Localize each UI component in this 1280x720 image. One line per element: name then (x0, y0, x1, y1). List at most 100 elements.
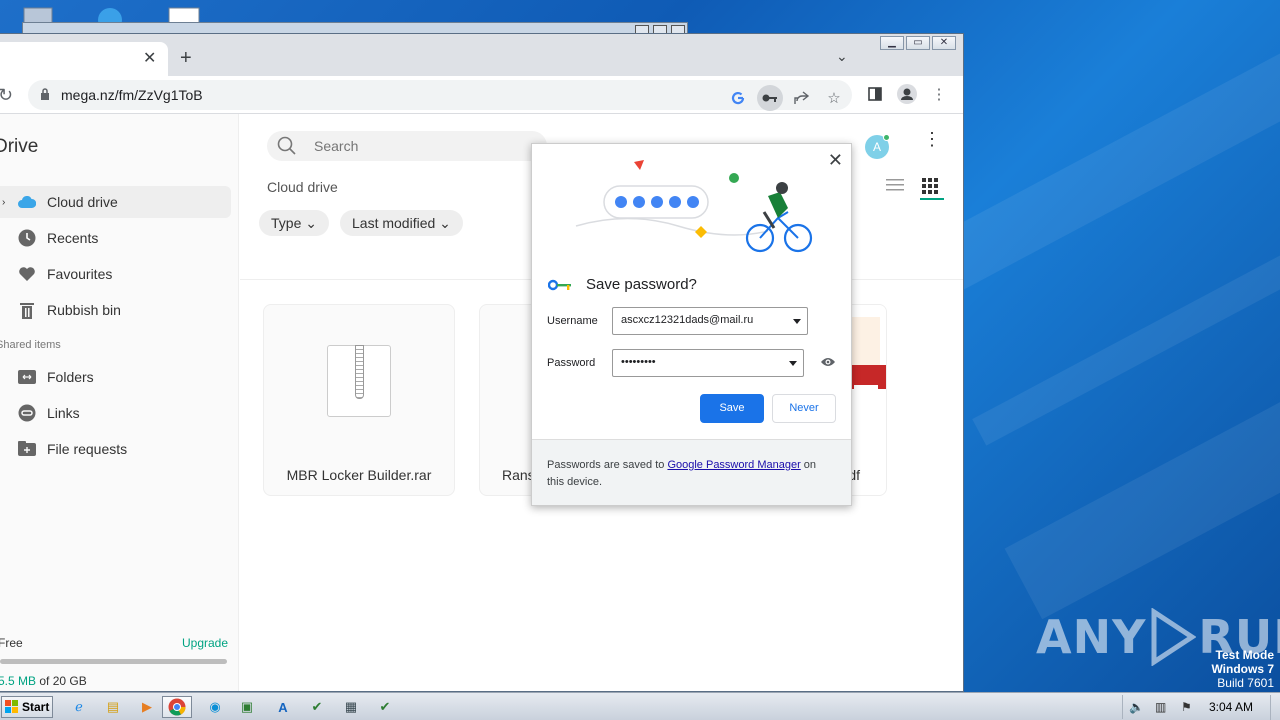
sidebar-item-rubbish-bin[interactable]: Rubbish bin (0, 294, 231, 326)
maximize-button[interactable]: ▭ (906, 36, 930, 50)
clock[interactable]: 3:04 AM (1209, 700, 1253, 714)
more-options-icon[interactable]: ⋮ (923, 130, 941, 148)
font-viewer-taskbar-icon[interactable]: A (268, 696, 298, 718)
username-label: Username (547, 315, 598, 327)
never-button[interactable]: Never (772, 394, 836, 423)
terminal-taskbar-icon[interactable]: ▣ (232, 696, 262, 718)
password-label: Password (547, 357, 596, 369)
active-view-indicator (920, 198, 944, 200)
upgrade-link[interactable]: Upgrade (182, 636, 228, 650)
sidebar-item-file-requests[interactable]: File requests (0, 433, 231, 465)
sidebar-item-label: Rubbish bin (47, 302, 121, 318)
sidebar-item-folders[interactable]: Folders (0, 361, 231, 393)
file-request-icon (18, 440, 36, 458)
list-view-icon[interactable] (886, 178, 904, 192)
last-modified-filter[interactable]: Last modified ⌄ (340, 210, 463, 236)
start-button[interactable]: Start (1, 696, 53, 718)
password-value: ••••••••• (621, 356, 656, 368)
browser-tab[interactable]: ✕ (0, 42, 168, 76)
sidebar-item-recents[interactable]: Recents (0, 222, 231, 254)
password-dropdown-icon[interactable] (789, 361, 797, 366)
sidebar-item-label: Cloud drive (47, 194, 118, 210)
side-panel-icon[interactable] (862, 81, 888, 107)
sidebar-item-label: Links (47, 405, 80, 421)
windows-logo-icon (5, 700, 18, 713)
clock-icon (18, 229, 36, 247)
sidebar-item-cloud-drive[interactable]: › Cloud drive (0, 186, 231, 218)
browser-toolbar: ↻ mega.nz/fm/ZzVg1ToB ☆ ⋮ (0, 76, 963, 114)
google-translate-icon[interactable] (725, 85, 751, 111)
system-tray: 🔈 ▥ ⚑ 3:04 AM (1122, 695, 1280, 720)
search-bar[interactable] (267, 131, 547, 161)
tab-search-chevron-icon[interactable]: ⌄ (836, 48, 848, 65)
dialog-footer: Passwords are saved to Google Password M… (532, 439, 851, 505)
chevron-down-icon: ⌄ (439, 215, 451, 231)
online-status-dot (883, 134, 890, 141)
address-bar[interactable]: mega.nz/fm/ZzVg1ToB ☆ (28, 80, 852, 111)
file-name: MBR Locker Builder.rar (286, 467, 432, 483)
breadcrumb[interactable]: Cloud drive (267, 179, 338, 195)
minimize-button[interactable]: ▁ (880, 36, 904, 50)
chevron-right-icon[interactable]: › (2, 197, 5, 208)
trash-icon (18, 301, 36, 319)
save-button[interactable]: Save (700, 394, 764, 423)
sidebar-item-label: Recents (47, 230, 99, 246)
taskbar: Start ℯ ▤ ▶ ◉ ▣ A ✔ ▦ ✔ 🔈 ▥ ⚑ 3:04 AM (0, 692, 1280, 720)
sidebar-item-links[interactable]: Links (0, 397, 231, 429)
edge-taskbar-icon[interactable]: ◉ (200, 696, 230, 718)
checklist-taskbar-icon[interactable]: ✔ (302, 696, 332, 718)
show-desktop-button[interactable] (1270, 695, 1280, 720)
network-taskbar-icon[interactable]: ▦ (336, 696, 366, 718)
password-manager-link[interactable]: Google Password Manager (667, 459, 800, 471)
password-field[interactable]: ••••••••• (612, 349, 804, 377)
chevron-down-icon: ⌄ (305, 215, 317, 231)
browser-window: ▁ ▭ ✕ ✕ + ⌄ ↻ mega.nz/fm/ZzVg1ToB (0, 33, 964, 692)
mega-sidebar: Drive › Cloud drive Recents Favourites R… (0, 114, 239, 691)
password-illustration (575, 160, 813, 253)
sidebar-item-label: Favourites (47, 266, 113, 282)
chrome-menu-icon[interactable]: ⋮ (926, 81, 952, 107)
dialog-title: Save password? (586, 276, 697, 293)
key-icon (548, 279, 571, 290)
storage-bar (0, 659, 227, 664)
tool-taskbar-icon[interactable]: ✔ (370, 696, 400, 718)
media-player-icon[interactable]: ▶ (132, 696, 162, 718)
username-dropdown-icon[interactable] (793, 319, 801, 324)
heart-icon (18, 265, 36, 283)
share-icon[interactable] (789, 85, 815, 111)
cloud-icon (18, 193, 36, 211)
bookmark-star-icon[interactable]: ☆ (821, 85, 847, 111)
password-key-icon[interactable] (757, 85, 783, 111)
volume-icon[interactable]: 🔈 (1129, 700, 1144, 714)
grid-view-icon[interactable] (922, 178, 938, 194)
search-icon (277, 136, 296, 155)
search-input[interactable] (314, 138, 534, 154)
sidebar-item-label: Folders (47, 369, 94, 385)
network-icon[interactable]: ▥ (1155, 700, 1166, 714)
window-controls: ▁ ▭ ✕ (880, 36, 956, 50)
close-icon[interactable]: ✕ (828, 150, 843, 171)
new-tab-button[interactable]: + (180, 48, 192, 68)
test-mode-notice: Test Mode Windows 7 Build 7601 (1211, 648, 1274, 690)
type-filter[interactable]: Type ⌄ (259, 210, 329, 236)
type-filter-label: Type (271, 215, 302, 231)
chrome-taskbar-icon[interactable] (162, 696, 192, 718)
reload-icon[interactable]: ↻ (0, 85, 13, 106)
action-center-flag-icon[interactable]: ⚑ (1181, 700, 1192, 714)
play-logo-icon (1151, 608, 1197, 666)
footer-text: Passwords are saved to (547, 459, 668, 471)
storage-used-text: 5.5 MB of 20 GB (0, 674, 87, 688)
lock-icon[interactable] (40, 88, 50, 100)
close-window-button[interactable]: ✕ (932, 36, 956, 50)
shared-folder-icon (18, 368, 36, 386)
url-text[interactable]: mega.nz/fm/ZzVg1ToB (61, 87, 203, 103)
show-password-eye-icon[interactable] (820, 356, 836, 368)
tab-close-icon[interactable]: ✕ (143, 48, 156, 68)
file-explorer-icon[interactable]: ▤ (98, 696, 128, 718)
sidebar-item-favourites[interactable]: Favourites (0, 258, 231, 290)
file-card[interactable]: MBR Locker Builder.rar (263, 304, 455, 496)
username-field[interactable]: ascxcz12321dads@mail.ru (612, 307, 808, 335)
profile-icon[interactable] (894, 81, 920, 107)
link-icon (18, 404, 36, 422)
internet-explorer-icon[interactable]: ℯ (64, 696, 94, 718)
